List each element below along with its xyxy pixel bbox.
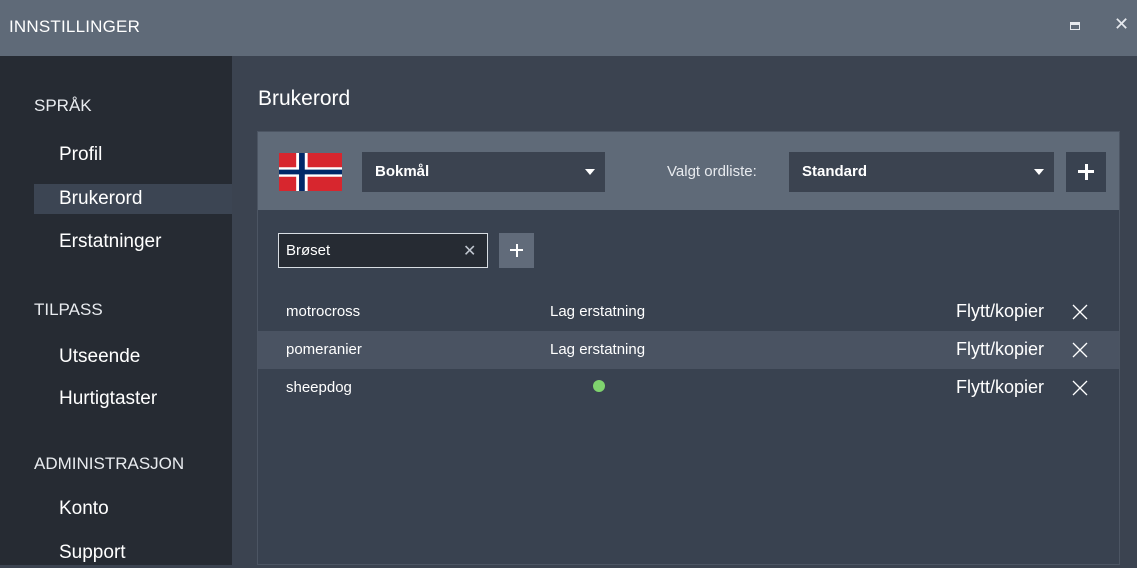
sidebar-item-utseende[interactable]: Utseende bbox=[34, 342, 232, 372]
plus-icon-vertical bbox=[1084, 164, 1088, 180]
sidebar-item-hurtigtaster[interactable]: Hurtigtaster bbox=[34, 384, 232, 414]
wordlist-dropdown[interactable]: Standard bbox=[789, 152, 1054, 192]
sidebar-item-profil[interactable]: Profil bbox=[34, 140, 232, 170]
move-copy-button[interactable]: Flytt/kopier bbox=[956, 301, 1044, 322]
language-bar: Bokmål Valgt ordliste: Standard bbox=[258, 132, 1119, 210]
sidebar-item-support[interactable]: Support bbox=[34, 538, 232, 568]
chevron-down-icon bbox=[1034, 169, 1044, 175]
clear-icon[interactable]: ✕ bbox=[463, 241, 476, 261]
sidebar-item-erstatninger[interactable]: Erstatninger bbox=[34, 227, 232, 257]
wordlist-label: Valgt ordliste: bbox=[667, 163, 757, 180]
sidebar-item-konto[interactable]: Konto bbox=[34, 494, 232, 524]
move-copy-button[interactable]: Flytt/kopier bbox=[956, 339, 1044, 360]
user-words-panel: Bokmål Valgt ordliste: Standard ✕ motroc… bbox=[257, 131, 1120, 565]
section-heading-tilpass: TILPASS bbox=[34, 300, 103, 319]
delete-icon[interactable] bbox=[1070, 302, 1090, 322]
norway-flag-icon bbox=[279, 153, 342, 191]
section-heading-administrasjon: ADMINISTRASJON bbox=[34, 454, 185, 473]
word-row: pomeranier Lag erstatning Flytt/kopier bbox=[258, 331, 1119, 369]
add-wordlist-button[interactable] bbox=[1066, 152, 1106, 192]
make-replacement-link[interactable]: Lag erstatning bbox=[550, 341, 645, 358]
plus-icon-vertical bbox=[515, 244, 518, 257]
delete-icon[interactable] bbox=[1070, 378, 1090, 398]
window-title: INNSTILLINGER bbox=[9, 17, 141, 36]
status-dot-icon bbox=[593, 380, 605, 392]
wordlist-selected: Standard bbox=[802, 163, 868, 180]
maximize-icon[interactable] bbox=[1068, 18, 1082, 32]
section-heading-sprak: SPRÅK bbox=[34, 96, 92, 115]
page-title: Brukerord bbox=[258, 87, 351, 110]
language-selected: Bokmål bbox=[375, 163, 430, 180]
word-search-input[interactable] bbox=[279, 234, 459, 267]
word-row: sheepdog Flytt/kopier bbox=[258, 369, 1119, 407]
word-search-field[interactable]: ✕ bbox=[278, 233, 488, 268]
language-dropdown[interactable]: Bokmål bbox=[362, 152, 605, 192]
word-text: motrocross bbox=[286, 303, 361, 320]
title-bar: INNSTILLINGER ✕ bbox=[0, 0, 1137, 56]
sidebar-item-brukerord[interactable]: Brukerord bbox=[34, 184, 232, 214]
make-replacement-link[interactable]: Lag erstatning bbox=[550, 303, 645, 320]
chevron-down-icon bbox=[585, 169, 595, 175]
word-text: sheepdog bbox=[286, 379, 352, 396]
delete-icon[interactable] bbox=[1070, 340, 1090, 360]
close-icon[interactable]: ✕ bbox=[1114, 15, 1129, 33]
word-text: pomeranier bbox=[286, 341, 362, 358]
sidebar: SPRÅK Profil Brukerord Erstatninger TILP… bbox=[0, 56, 232, 565]
move-copy-button[interactable]: Flytt/kopier bbox=[956, 377, 1044, 398]
add-word-button[interactable] bbox=[499, 233, 534, 268]
word-row: motrocross Lag erstatning Flytt/kopier bbox=[258, 293, 1119, 331]
